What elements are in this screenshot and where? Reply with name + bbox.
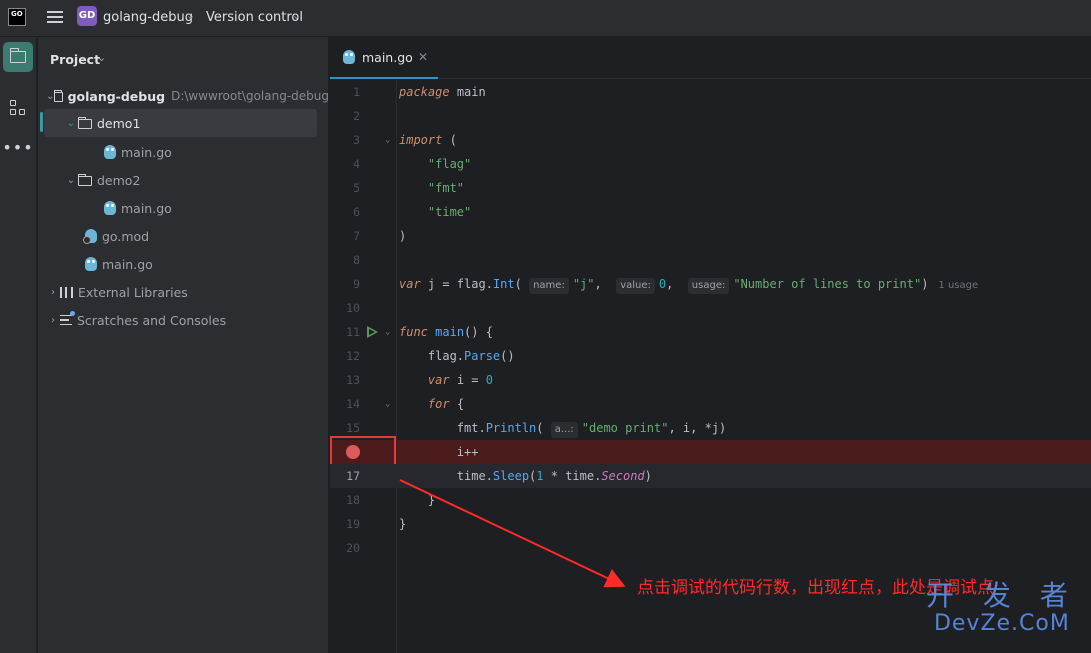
annotation-arrow bbox=[399, 479, 626, 588]
watermark-bottom: DevZe.CoM bbox=[933, 611, 1070, 636]
watermark-logo: 开 发 者 DevZe.CoM bbox=[926, 582, 1078, 638]
watermark-top: 开 发 者 bbox=[926, 579, 1078, 612]
